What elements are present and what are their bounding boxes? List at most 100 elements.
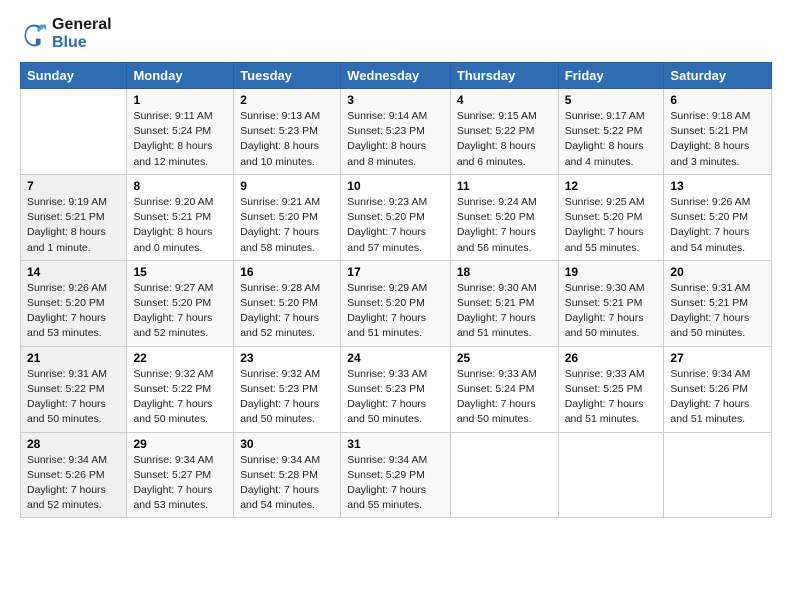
weekday-header: Friday <box>558 63 664 89</box>
day-number: 9 <box>240 179 334 193</box>
calendar-cell: 25 Sunrise: 9:33 AMSunset: 5:24 PMDayligh… <box>450 346 558 432</box>
calendar-cell: 24 Sunrise: 9:33 AMSunset: 5:23 PMDayligh… <box>341 346 451 432</box>
calendar-cell: 4 Sunrise: 9:15 AMSunset: 5:22 PMDaylight… <box>450 89 558 175</box>
day-info: Sunrise: 9:34 AMSunset: 5:28 PMDaylight:… <box>240 453 334 514</box>
day-info: Sunrise: 9:34 AMSunset: 5:27 PMDaylight:… <box>133 453 227 514</box>
day-number: 24 <box>347 351 444 365</box>
day-number: 2 <box>240 93 334 107</box>
day-info: Sunrise: 9:31 AMSunset: 5:22 PMDaylight:… <box>27 367 120 428</box>
day-info: Sunrise: 9:34 AMSunset: 5:26 PMDaylight:… <box>27 453 120 514</box>
weekday-header: Sunday <box>21 63 127 89</box>
day-number: 30 <box>240 437 334 451</box>
day-info: Sunrise: 9:34 AMSunset: 5:29 PMDaylight:… <box>347 453 444 514</box>
weekday-header: Wednesday <box>341 63 451 89</box>
calendar-cell: 20 Sunrise: 9:31 AMSunset: 5:21 PMDayligh… <box>664 260 772 346</box>
day-number: 3 <box>347 93 444 107</box>
calendar-cell: 9 Sunrise: 9:21 AMSunset: 5:20 PMDaylight… <box>234 174 341 260</box>
day-number: 14 <box>27 265 120 279</box>
weekday-header: Monday <box>127 63 234 89</box>
day-info: Sunrise: 9:33 AMSunset: 5:23 PMDaylight:… <box>347 367 444 428</box>
calendar-cell: 5 Sunrise: 9:17 AMSunset: 5:22 PMDaylight… <box>558 89 664 175</box>
calendar-cell: 31 Sunrise: 9:34 AMSunset: 5:29 PMDayligh… <box>341 432 451 518</box>
day-number: 8 <box>133 179 227 193</box>
day-info: Sunrise: 9:26 AMSunset: 5:20 PMDaylight:… <box>27 281 120 342</box>
calendar-cell: 17 Sunrise: 9:29 AMSunset: 5:20 PMDayligh… <box>341 260 451 346</box>
day-info: Sunrise: 9:34 AMSunset: 5:26 PMDaylight:… <box>670 367 765 428</box>
calendar-cell: 18 Sunrise: 9:30 AMSunset: 5:21 PMDayligh… <box>450 260 558 346</box>
day-info: Sunrise: 9:28 AMSunset: 5:20 PMDaylight:… <box>240 281 334 342</box>
day-info: Sunrise: 9:21 AMSunset: 5:20 PMDaylight:… <box>240 195 334 256</box>
day-info: Sunrise: 9:30 AMSunset: 5:21 PMDaylight:… <box>565 281 658 342</box>
day-info: Sunrise: 9:32 AMSunset: 5:23 PMDaylight:… <box>240 367 334 428</box>
calendar-cell: 23Sunrise: 9:32 AMSunset: 5:23 PMDayligh… <box>234 346 341 432</box>
day-number: 26 <box>565 351 658 365</box>
day-info: Sunrise: 9:19 AMSunset: 5:21 PMDaylight:… <box>27 195 120 256</box>
day-info: Sunrise: 9:27 AMSunset: 5:20 PMDaylight:… <box>133 281 227 342</box>
calendar-cell: 13 Sunrise: 9:26 AMSunset: 5:20 PMDayligh… <box>664 174 772 260</box>
calendar-cell: 11Sunrise: 9:24 AMSunset: 5:20 PMDayligh… <box>450 174 558 260</box>
calendar-cell: 1 Sunrise: 9:11 AMSunset: 5:24 PMDaylight… <box>127 89 234 175</box>
day-number: 27 <box>670 351 765 365</box>
calendar-cell: 16 Sunrise: 9:28 AMSunset: 5:20 PMDayligh… <box>234 260 341 346</box>
logo-text: General Blue <box>52 16 112 52</box>
day-number: 5 <box>565 93 658 107</box>
day-number: 10 <box>347 179 444 193</box>
calendar-cell: 7 Sunrise: 9:19 AMSunset: 5:21 PMDaylight… <box>21 174 127 260</box>
day-number: 7 <box>27 179 120 193</box>
calendar-cell: 10 Sunrise: 9:23 AMSunset: 5:20 PMDayligh… <box>341 174 451 260</box>
calendar-week-row: 7 Sunrise: 9:19 AMSunset: 5:21 PMDaylight… <box>21 174 772 260</box>
day-info: Sunrise: 9:15 AMSunset: 5:22 PMDaylight:… <box>457 109 552 170</box>
calendar-header-row: SundayMondayTuesdayWednesdayThursdayFrid… <box>21 63 772 89</box>
calendar-cell: 6Sunrise: 9:18 AMSunset: 5:21 PMDaylight… <box>664 89 772 175</box>
day-number: 15 <box>133 265 227 279</box>
day-info: Sunrise: 9:30 AMSunset: 5:21 PMDaylight:… <box>457 281 552 342</box>
day-number: 21 <box>27 351 120 365</box>
day-number: 13 <box>670 179 765 193</box>
day-number: 4 <box>457 93 552 107</box>
day-info: Sunrise: 9:20 AMSunset: 5:21 PMDaylight:… <box>133 195 227 256</box>
day-info: Sunrise: 9:26 AMSunset: 5:20 PMDaylight:… <box>670 195 765 256</box>
day-info: Sunrise: 9:18 AMSunset: 5:21 PMDaylight:… <box>670 109 765 170</box>
day-number: 31 <box>347 437 444 451</box>
day-number: 1 <box>133 93 227 107</box>
calendar-cell: 3 Sunrise: 9:14 AMSunset: 5:23 PMDaylight… <box>341 89 451 175</box>
calendar-cell: 12Sunrise: 9:25 AMSunset: 5:20 PMDayligh… <box>558 174 664 260</box>
calendar-cell: 19 Sunrise: 9:30 AMSunset: 5:21 PMDayligh… <box>558 260 664 346</box>
day-info: Sunrise: 9:17 AMSunset: 5:22 PMDaylight:… <box>565 109 658 170</box>
calendar-cell: 27 Sunrise: 9:34 AMSunset: 5:26 PMDayligh… <box>664 346 772 432</box>
day-number: 17 <box>347 265 444 279</box>
day-number: 29 <box>133 437 227 451</box>
day-info: Sunrise: 9:14 AMSunset: 5:23 PMDaylight:… <box>347 109 444 170</box>
day-info: Sunrise: 9:25 AMSunset: 5:20 PMDaylight:… <box>565 195 658 256</box>
calendar-cell: 29 Sunrise: 9:34 AMSunset: 5:27 PMDayligh… <box>127 432 234 518</box>
day-number: 18 <box>457 265 552 279</box>
calendar-week-row: 14 Sunrise: 9:26 AMSunset: 5:20 PMDayligh… <box>21 260 772 346</box>
day-info: Sunrise: 9:33 AMSunset: 5:25 PMDaylight:… <box>565 367 658 428</box>
calendar-cell <box>664 432 772 518</box>
calendar-cell: 28Sunrise: 9:34 AMSunset: 5:26 PMDayligh… <box>21 432 127 518</box>
calendar-cell: 8 Sunrise: 9:20 AMSunset: 5:21 PMDaylight… <box>127 174 234 260</box>
calendar-cell: 21 Sunrise: 9:31 AMSunset: 5:22 PMDayligh… <box>21 346 127 432</box>
calendar-cell: 26 Sunrise: 9:33 AMSunset: 5:25 PMDayligh… <box>558 346 664 432</box>
calendar-cell: 2Sunrise: 9:13 AMSunset: 5:23 PMDaylight… <box>234 89 341 175</box>
day-info: Sunrise: 9:33 AMSunset: 5:24 PMDaylight:… <box>457 367 552 428</box>
day-info: Sunrise: 9:32 AMSunset: 5:22 PMDaylight:… <box>133 367 227 428</box>
day-info: Sunrise: 9:11 AMSunset: 5:24 PMDaylight:… <box>133 109 227 170</box>
logo-icon <box>20 20 48 48</box>
day-info: Sunrise: 9:31 AMSunset: 5:21 PMDaylight:… <box>670 281 765 342</box>
day-number: 20 <box>670 265 765 279</box>
logo: General Blue <box>20 16 112 52</box>
day-info: Sunrise: 9:23 AMSunset: 5:20 PMDaylight:… <box>347 195 444 256</box>
calendar-cell: 30 Sunrise: 9:34 AMSunset: 5:28 PMDayligh… <box>234 432 341 518</box>
day-number: 16 <box>240 265 334 279</box>
day-number: 25 <box>457 351 552 365</box>
day-info: Sunrise: 9:29 AMSunset: 5:20 PMDaylight:… <box>347 281 444 342</box>
calendar-cell <box>450 432 558 518</box>
calendar-week-row: 28Sunrise: 9:34 AMSunset: 5:26 PMDayligh… <box>21 432 772 518</box>
calendar-week-row: 21 Sunrise: 9:31 AMSunset: 5:22 PMDayligh… <box>21 346 772 432</box>
weekday-header: Saturday <box>664 63 772 89</box>
day-number: 19 <box>565 265 658 279</box>
day-number: 11 <box>457 179 552 193</box>
day-number: 22 <box>133 351 227 365</box>
header: General Blue <box>20 16 772 52</box>
